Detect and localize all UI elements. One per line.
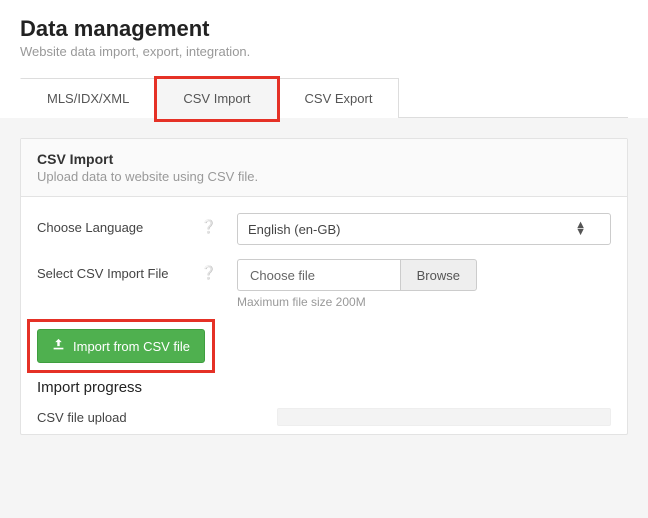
chevron-updown-icon: ▲▼ [575,222,586,236]
content-area: CSV Import Upload data to website using … [0,118,648,518]
page-title: Data management [20,16,628,42]
csv-import-panel: CSV Import Upload data to website using … [20,138,628,435]
row-language: Choose Language ❔ English (en-GB) ▲▼ [37,213,611,245]
page-header-area: Data management Website data import, exp… [0,0,648,118]
progress-bar [277,408,611,426]
tab-label: CSV Import [183,91,250,106]
panel-header: CSV Import Upload data to website using … [21,139,627,197]
upload-icon [52,338,65,354]
import-button-label: Import from CSV file [73,339,190,354]
language-select[interactable]: English (en-GB) ▲▼ [237,213,611,245]
tab-mls-idx-xml[interactable]: MLS/IDX/XML [20,78,156,118]
file-hint: Maximum file size 200M [237,295,611,309]
panel-body: Choose Language ❔ English (en-GB) ▲▼ Sel… [21,197,627,434]
tab-label: MLS/IDX/XML [47,91,129,106]
label-file: Select CSV Import File ❔ [37,259,237,281]
help-icon[interactable]: ❔ [201,219,217,235]
page-subtitle: Website data import, export, integration… [20,44,628,59]
tabs-wrapper: MLS/IDX/XML CSV Import CSV Export [20,77,628,118]
label-language: Choose Language ❔ [37,213,237,235]
panel-desc: Upload data to website using CSV file. [37,169,611,184]
import-button[interactable]: Import from CSV file [37,329,205,363]
select-value: English (en-GB) [248,222,340,237]
panel-title: CSV Import [37,151,611,167]
tab-csv-import[interactable]: CSV Import [156,78,277,118]
tabs: MLS/IDX/XML CSV Import CSV Export [20,77,628,118]
file-placeholder: Choose file [250,268,315,283]
progress-title: Import progress [37,379,611,396]
help-icon[interactable]: ❔ [201,265,217,281]
tab-csv-export[interactable]: CSV Export [278,78,400,118]
file-input[interactable]: Choose file [237,259,400,291]
label-text: Choose Language [37,220,143,235]
browse-label: Browse [417,268,460,283]
import-button-wrap: Import from CSV file [37,329,205,363]
browse-button[interactable]: Browse [400,259,477,291]
control-language: English (en-GB) ▲▼ [237,213,611,245]
label-text: Select CSV Import File [37,266,169,281]
progress-row: CSV file upload [37,408,611,426]
tab-label: CSV Export [305,91,373,106]
row-file: Select CSV Import File ❔ Choose file Bro… [37,259,611,309]
file-picker: Choose file Browse [237,259,477,291]
control-file: Choose file Browse Maximum file size 200… [237,259,611,309]
progress-label: CSV file upload [37,410,277,425]
